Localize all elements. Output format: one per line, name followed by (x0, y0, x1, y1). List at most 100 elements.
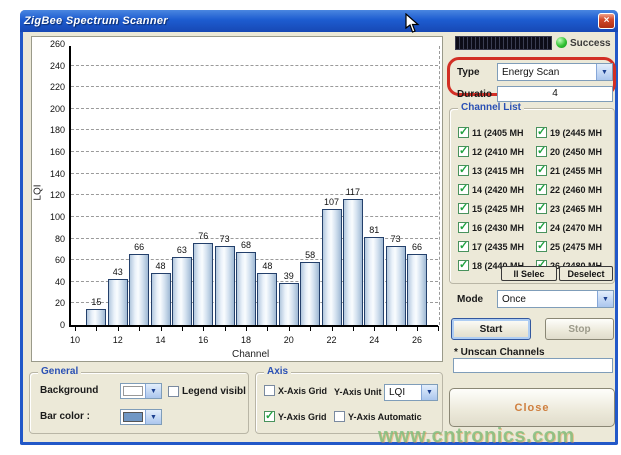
x-tick (396, 326, 397, 331)
chart-bar (386, 246, 406, 325)
y-tick-label: 260 (39, 39, 65, 49)
channel-label: 22 (2460 MH (550, 185, 602, 195)
channel-checkbox-item[interactable]: 20 (2450 MH (536, 142, 614, 161)
y-axis-grid-label: Y-Axis Grid (278, 412, 327, 422)
chart-bar (193, 243, 213, 325)
y-tick-label: 60 (39, 255, 65, 265)
general-title: General (38, 366, 81, 377)
checkbox-checked-icon[interactable] (458, 184, 469, 195)
checkbox-checked-icon[interactable] (458, 165, 469, 176)
background-color-select[interactable]: ▼ (120, 383, 162, 399)
y-gridline (71, 129, 438, 130)
x-tick (417, 326, 418, 331)
channel-label: 23 (2465 MH (550, 204, 602, 214)
x-tick-label: 10 (63, 335, 87, 345)
chart-bar (300, 262, 320, 325)
channel-list: 11 (2405 MH12 (2410 MH13 (2415 MH 14 (242… (458, 123, 614, 275)
chevron-down-icon[interactable]: ▼ (145, 410, 161, 424)
checkbox-checked-icon[interactable] (536, 184, 547, 195)
y-gridline (71, 216, 438, 217)
channel-checkbox-item[interactable]: 17 (2435 MH (458, 237, 536, 256)
x-tick (289, 326, 290, 331)
chart-bar (108, 279, 128, 325)
stop-button: Stop (545, 318, 614, 340)
y-axis-automatic-checkbox[interactable]: Y-Axis Automatic (334, 411, 422, 422)
chart-bar (407, 254, 427, 325)
y-gridline (71, 86, 438, 87)
checkbox-checked-icon[interactable] (536, 127, 547, 138)
bar-value-label: 66 (124, 242, 154, 252)
checkbox-checked-icon[interactable] (458, 203, 469, 214)
titlebar[interactable]: ZigBee Spectrum Scanner × (20, 10, 618, 32)
legend-visible-checkbox[interactable]: Legend visibl (168, 386, 246, 397)
duration-input[interactable]: 4 (497, 86, 613, 102)
channel-checkbox-item[interactable]: 21 (2455 MH (536, 161, 614, 180)
channel-checkbox-item[interactable]: 19 (2445 MH (536, 123, 614, 142)
channel-checkbox-item[interactable]: 15 (2425 MH (458, 199, 536, 218)
window-title: ZigBee Spectrum Scanner (24, 15, 168, 27)
background-label: Background (40, 385, 98, 396)
checkbox-checked-icon[interactable] (264, 411, 275, 422)
checkbox-icon[interactable] (264, 385, 275, 396)
close-window-icon[interactable]: × (598, 13, 615, 29)
checkbox-checked-icon[interactable] (536, 203, 547, 214)
chart-bar (343, 199, 363, 325)
channel-checkbox-item[interactable]: 22 (2460 MH (536, 180, 614, 199)
chart-bar (322, 209, 342, 325)
close-button[interactable]: Close (449, 388, 615, 427)
checkbox-icon[interactable] (168, 386, 179, 397)
type-label: Type (457, 67, 480, 78)
channel-list-group: Channel List 11 (2405 MH12 (2410 MH13 (2… (449, 108, 615, 284)
chevron-down-icon[interactable]: ▼ (596, 64, 612, 80)
channel-label: 19 (2445 MH (550, 128, 602, 138)
chevron-down-icon[interactable]: ▼ (421, 385, 437, 400)
y-tick-label: 240 (39, 61, 65, 71)
start-button[interactable]: Start (451, 318, 531, 340)
x-tick-label: 22 (320, 335, 344, 345)
checkbox-checked-icon[interactable] (458, 260, 469, 271)
chart-bar (172, 257, 192, 325)
y-tick-label: 140 (39, 169, 65, 179)
y-axis-unit-select[interactable]: LQI ▼ (384, 384, 438, 401)
channel-checkbox-item[interactable]: 14 (2420 MH (458, 180, 536, 199)
chevron-down-icon[interactable]: ▼ (597, 291, 613, 307)
checkbox-checked-icon[interactable] (458, 241, 469, 252)
mouse-cursor (405, 13, 420, 34)
channel-label: 17 (2435 MH (472, 242, 524, 252)
channel-checkbox-item[interactable]: 24 (2470 MH (536, 218, 614, 237)
bar-color-select[interactable]: ▼ (120, 409, 162, 425)
deselect-button[interactable]: Deselect (559, 266, 613, 281)
channel-checkbox-item[interactable]: 25 (2475 MH (536, 237, 614, 256)
channel-checkbox-item[interactable]: 13 (2415 MH (458, 161, 536, 180)
channel-label: 14 (2420 MH (472, 185, 524, 195)
y-tick-label: 40 (39, 277, 65, 287)
checkbox-icon[interactable] (334, 411, 345, 422)
scan-type-select[interactable]: Energy Scan ▼ (497, 63, 613, 81)
unscan-channels-field[interactable] (453, 358, 613, 373)
checkbox-checked-icon[interactable] (536, 222, 547, 233)
x-tick (246, 326, 247, 331)
checkbox-checked-icon[interactable] (536, 165, 547, 176)
channel-checkbox-item[interactable]: 23 (2465 MH (536, 199, 614, 218)
channel-list-title: Channel List (458, 102, 524, 113)
y-axis-unit-label: Y-Axis Unit (334, 387, 382, 397)
x-tick (267, 326, 268, 331)
checkbox-checked-icon[interactable] (536, 241, 547, 252)
x-tick-label: 14 (149, 335, 173, 345)
x-tick-label: 18 (234, 335, 258, 345)
channel-checkbox-item[interactable]: 16 (2430 MH (458, 218, 536, 237)
mode-select[interactable]: Once ▼ (497, 290, 614, 308)
checkbox-checked-icon[interactable] (458, 222, 469, 233)
checkbox-checked-icon[interactable] (458, 127, 469, 138)
checkbox-checked-icon[interactable] (458, 146, 469, 157)
select-all-button[interactable]: ll Selec (501, 266, 557, 281)
checkbox-checked-icon[interactable] (536, 146, 547, 157)
chevron-down-icon[interactable]: ▼ (145, 384, 161, 398)
channel-checkbox-item[interactable]: 11 (2405 MH (458, 123, 536, 142)
channel-checkbox-item[interactable]: 12 (2410 MH (458, 142, 536, 161)
y-axis-grid-checkbox[interactable]: Y-Axis Grid (264, 411, 327, 422)
axis-title: Axis (264, 366, 291, 377)
y-tick-label: 200 (39, 104, 65, 114)
x-axis-grid-checkbox[interactable]: X-Axis Grid (264, 385, 327, 396)
channel-label: 21 (2455 MH (550, 166, 602, 176)
